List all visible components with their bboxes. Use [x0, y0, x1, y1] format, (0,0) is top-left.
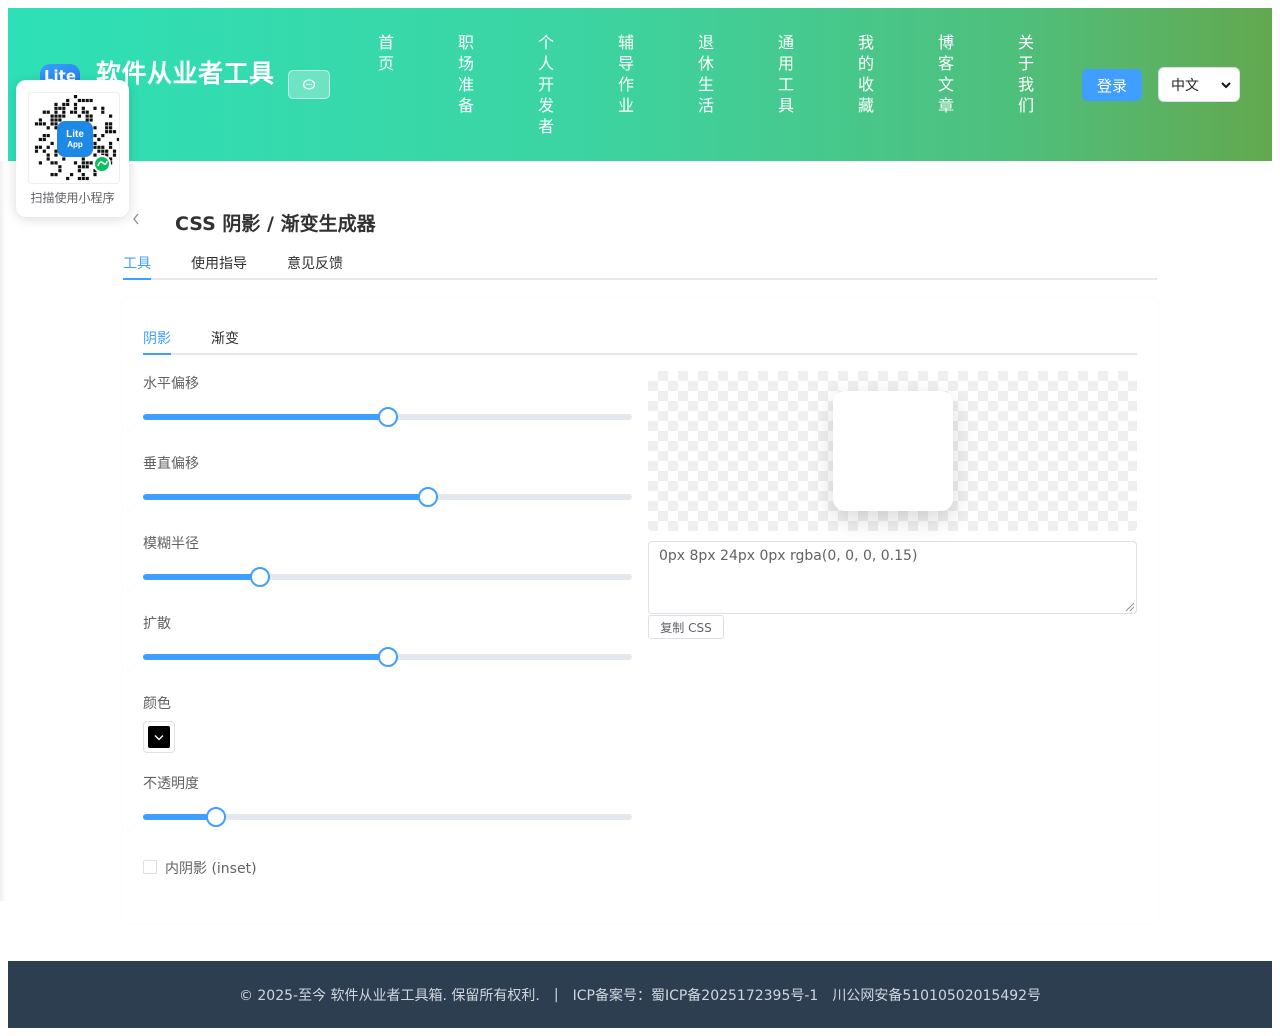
footer-police-link[interactable]: 川公网安备51010502015492号: [832, 985, 1041, 1005]
v-offset-slider[interactable]: [143, 487, 632, 507]
resize-handle-icon[interactable]: [1126, 603, 1134, 611]
main-tabs: 工具 使用指导 意见反馈: [123, 244, 1157, 280]
nav-favorites[interactable]: 我的收藏: [855, 32, 877, 116]
slider-fill: [143, 654, 388, 660]
subtab-active-indicator: [143, 353, 171, 355]
tab-gradient[interactable]: 渐变: [211, 328, 239, 348]
qr-code: Lite App: [28, 92, 120, 184]
footer-icp-link[interactable]: ICP备案号：蜀ICP备2025172395号-1: [573, 985, 819, 1005]
inset-label[interactable]: 内阴影 (inset): [165, 858, 257, 878]
generator-subtabs: 阴影 渐变: [143, 319, 1137, 355]
slider-fill: [143, 814, 217, 820]
footer-separator: |: [553, 986, 559, 1003]
slider-fill: [143, 574, 261, 580]
tab-active-indicator: [123, 278, 151, 280]
feedback-chat-button[interactable]: [288, 70, 330, 99]
page-title: CSS 阴影 / 渐变生成器: [175, 213, 376, 235]
chat-bubble-icon: [302, 78, 316, 90]
spread-slider[interactable]: [143, 647, 632, 667]
v-offset-label: 垂直偏移: [143, 456, 199, 472]
color-picker[interactable]: [143, 721, 175, 753]
css-output-value: 0px 8px 24px 0px rgba(0, 0, 0, 0.15): [659, 548, 918, 564]
color-label: 颜色: [143, 696, 171, 712]
nav-general-tools[interactable]: 通用工具: [775, 32, 797, 116]
footer-copyright: © 2025-至今 软件从业者工具箱. 保留所有权利.: [238, 987, 540, 1004]
chevron-down-icon: [1221, 81, 1231, 88]
nav-home[interactable]: 首页: [375, 32, 397, 74]
tab-guide[interactable]: 使用指导: [191, 253, 247, 273]
tab-feedback[interactable]: 意见反馈: [287, 253, 343, 273]
opacity-slider[interactable]: [143, 807, 632, 827]
back-arrow-icon[interactable]: [131, 211, 141, 230]
chevron-down-icon: [154, 734, 164, 740]
inset-checkbox[interactable]: [143, 860, 157, 874]
slider-handle[interactable]: [417, 487, 438, 507]
nav-career-prep[interactable]: 职场准备: [455, 32, 477, 116]
nav-homework-help[interactable]: 辅导作业: [615, 32, 637, 116]
slider-handle[interactable]: [377, 407, 398, 427]
miniprogram-qr-card[interactable]: Lite App 扫描使用小程序: [16, 80, 129, 217]
copy-css-button[interactable]: 复制 CSS: [648, 615, 724, 639]
qr-caption: 扫描使用小程序: [30, 191, 115, 205]
nav-indie-dev[interactable]: 个人开发者: [535, 32, 557, 137]
spread-label: 扩散: [143, 616, 171, 632]
blur-label: 模糊半径: [143, 536, 199, 552]
h-offset-label: 水平偏移: [143, 376, 199, 392]
slider-fill: [143, 494, 428, 500]
slider-fill: [143, 414, 388, 420]
slider-handle[interactable]: [377, 647, 398, 667]
color-preview: [148, 726, 170, 748]
h-offset-slider[interactable]: [143, 407, 632, 427]
top-header: Lite 软件从业者工具 首页 职场准备 个人开发者 辅导作业 退休生活 通用工…: [8, 8, 1272, 161]
nav-retirement[interactable]: 退休生活: [695, 32, 717, 116]
nav-about[interactable]: 关于我们: [1015, 32, 1037, 116]
tab-shadow[interactable]: 阴影: [143, 328, 171, 348]
language-select[interactable]: 中文: [1158, 67, 1240, 102]
page-edge: [0, 161, 6, 901]
shadow-preview-area: [648, 371, 1137, 531]
login-button[interactable]: 登录: [1082, 69, 1142, 101]
nav-blog[interactable]: 博客文章: [935, 32, 957, 116]
tab-tool[interactable]: 工具: [123, 253, 151, 273]
svg-text:Lite: Lite: [66, 129, 84, 140]
blur-slider[interactable]: [143, 567, 632, 587]
shadow-preview-box: [833, 391, 953, 511]
language-value: 中文: [1171, 77, 1199, 94]
svg-text:App: App: [67, 140, 83, 149]
css-output-textarea[interactable]: 0px 8px 24px 0px rgba(0, 0, 0, 0.15): [648, 541, 1137, 614]
opacity-label: 不透明度: [143, 776, 199, 792]
site-footer: © 2025-至今 软件从业者工具箱. 保留所有权利. | ICP备案号：蜀IC…: [8, 961, 1272, 1028]
